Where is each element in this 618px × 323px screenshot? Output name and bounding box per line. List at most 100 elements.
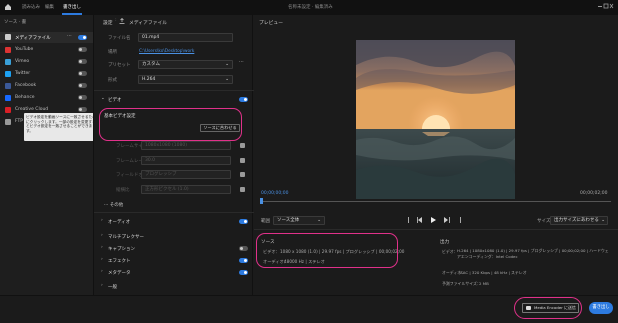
frame-size-checkbox[interactable] <box>240 143 245 148</box>
playhead-handle[interactable] <box>260 198 263 204</box>
mark-in-icon <box>408 217 409 223</box>
more-settings-link[interactable]: ··· その他 <box>104 202 123 208</box>
audio-section-toggle[interactable] <box>239 219 248 224</box>
media-file-icon <box>5 34 11 40</box>
settings-header-label: 設定 <box>103 21 113 26</box>
captions-section-label[interactable]: キャプション <box>108 246 135 252</box>
creative-cloud-toggle[interactable] <box>78 107 87 112</box>
preset-more-icon[interactable]: ··· <box>239 59 244 65</box>
output-heading: 出力 <box>440 240 450 245</box>
size-value: 出力サイズにあわせる <box>554 218 599 223</box>
output-video-label: ビデオ： <box>442 249 458 254</box>
frame-rate-checkbox[interactable] <box>240 158 245 163</box>
multiplexer-section-label[interactable]: マルチプレクサー <box>108 234 144 240</box>
sunset-video-thumbnail <box>356 40 515 199</box>
sidebar-item-label: Twitter <box>15 71 31 76</box>
preview-title: プレビュー <box>259 21 283 26</box>
creative-cloud-icon <box>5 107 11 113</box>
behance-icon <box>5 95 11 101</box>
tab-export[interactable]: 書き出し <box>63 4 81 10</box>
sidebar-item-label: FTP <box>15 119 23 124</box>
general-section-label[interactable]: 一般 <box>108 284 117 290</box>
chevron-right-icon[interactable]: › <box>101 233 103 238</box>
sidebar-item-media-file[interactable]: メディアファイル ··· <box>0 32 93 43</box>
sidebar-item-label: Facebook <box>15 83 37 88</box>
window-controls[interactable] <box>598 3 614 11</box>
size-select[interactable]: 出力サイズにあわせる ⌄ <box>550 216 608 225</box>
step-forward-icon <box>444 217 450 223</box>
twitter-toggle[interactable] <box>78 71 87 76</box>
aspect-select[interactable]: 正方形ピクセル (1.0) <box>141 185 231 194</box>
chevron-right-icon[interactable]: › <box>101 218 103 223</box>
effects-section-label[interactable]: エフェクト <box>108 258 131 264</box>
output-audio-value: AAC | 320 Kbps | 48 kHz | ステレオ <box>460 270 527 275</box>
video-section-toggle[interactable] <box>239 97 248 102</box>
metadata-section-toggle[interactable] <box>239 270 248 275</box>
behance-toggle[interactable] <box>78 95 87 100</box>
filename-label: ファイル名 <box>108 36 131 41</box>
settings-header-target: メディアファイル <box>129 21 168 26</box>
end-time: 00;00;02;00 <box>580 191 608 196</box>
preset-value: カスタム <box>142 62 160 67</box>
sidebar-item-youtube[interactable]: YouTube <box>0 45 93 55</box>
range-label: 範囲 <box>261 219 270 224</box>
aspect-checkbox[interactable] <box>240 187 245 192</box>
location-link[interactable]: C:\Users\ko\Desktop\work <box>139 49 194 54</box>
sidebar-item-label: YouTube <box>15 47 34 52</box>
more-icon[interactable]: ··· <box>67 33 72 39</box>
format-select[interactable]: H.264 ⌄ <box>138 75 233 84</box>
mark-out-icon <box>460 217 461 223</box>
upload-icon <box>119 18 125 24</box>
frame-size-select[interactable]: 1080x1080 (1080) <box>141 141 231 150</box>
chevron-right-icon[interactable]: › <box>101 269 103 274</box>
preset-select[interactable]: カスタム ⌄ <box>138 60 233 69</box>
sidebar-item-facebook[interactable]: Facebook <box>0 81 93 91</box>
settings-separator: : <box>115 18 117 23</box>
playback-controls <box>406 216 464 224</box>
sidebar-item-label: Creative Cloud <box>15 107 49 112</box>
top-bar: 読み込み 編集 書き出し 名称未設定 · 編集済み <box>0 0 618 15</box>
video-section-label[interactable]: ビデオ <box>108 97 122 103</box>
export-button[interactable]: 書き出し <box>589 302 613 314</box>
tab-import[interactable]: 読み込み <box>22 4 40 10</box>
format-value: H.264 <box>142 77 156 82</box>
timeline-track[interactable] <box>261 201 611 202</box>
video-section-chevron-icon[interactable]: ⌄ <box>101 96 105 101</box>
captions-section-toggle[interactable] <box>239 246 248 251</box>
media-file-toggle[interactable] <box>78 35 87 40</box>
tab-edit[interactable]: 編集 <box>45 4 54 10</box>
audio-section-label[interactable]: オーディオ <box>108 219 130 225</box>
facebook-toggle[interactable] <box>78 83 87 88</box>
sidebar-item-twitter[interactable]: Twitter <box>0 69 93 79</box>
sidebar-item-label: Behance <box>15 95 35 100</box>
twitter-icon <box>5 71 11 77</box>
highlight-media-encoder <box>514 297 582 319</box>
chevron-right-icon[interactable]: › <box>101 283 103 288</box>
chevron-right-icon[interactable]: › <box>101 245 103 250</box>
field-order-select[interactable]: プログレッシブ <box>141 170 231 179</box>
range-value: ソース全体 <box>277 218 300 223</box>
vimeo-toggle[interactable] <box>78 59 87 64</box>
metadata-section-label[interactable]: メタデータ <box>108 270 131 276</box>
chevron-right-icon[interactable]: › <box>101 257 103 262</box>
sidebar-item-vimeo[interactable]: Vimeo <box>0 57 93 67</box>
format-label: 形式 <box>108 78 117 83</box>
chevron-down-icon: ⌄ <box>225 62 229 67</box>
field-order-checkbox[interactable] <box>240 172 245 177</box>
divider <box>94 90 254 91</box>
divider <box>254 229 618 230</box>
highlight-basic-video <box>99 108 242 141</box>
youtube-toggle[interactable] <box>78 47 87 52</box>
range-select[interactable]: ソース全体 ⌄ <box>273 216 325 225</box>
sidebar-item-behance[interactable]: Behance <box>0 93 93 103</box>
tooltip-text: ビデオ設定を動画ソースに一致させるためにクリックします。一部の設定を変更するとビ… <box>26 115 96 133</box>
effects-section-toggle[interactable] <box>239 258 248 263</box>
sidebar-header: ソース · 書 <box>4 20 27 25</box>
sidebar: ソース · 書 メディアファイル ··· YouTube Vimeo Twitt… <box>0 15 98 295</box>
youtube-icon <box>5 47 11 53</box>
filename-input[interactable]: 01.mp4 <box>138 33 233 42</box>
frame-rate-select[interactable]: 30.0 <box>141 156 231 165</box>
settings-panel: 設定 : メディアファイル ファイル名 01.mp4 場所 C:\Users\k… <box>93 15 254 295</box>
preset-label: プリセット <box>108 63 131 68</box>
home-icon[interactable] <box>4 3 12 11</box>
